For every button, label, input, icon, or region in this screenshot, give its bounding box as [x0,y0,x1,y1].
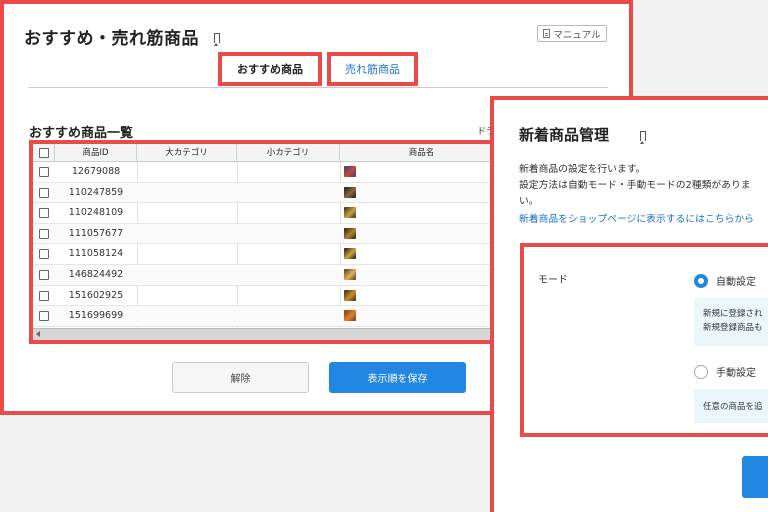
product-thumbnail [344,310,356,322]
save-order-button[interactable]: 表示順を保存 [329,362,466,393]
product-thumbnail [344,269,356,280]
product-thumbnail [344,207,356,219]
product-id: 110248109 [68,207,124,219]
product-thumbnail [344,227,356,239]
column-header-category[interactable]: 大カテゴリ [137,144,237,162]
select-all-cell [33,144,55,162]
bookmark-icon[interactable] [640,131,646,144]
auto-mode-radio[interactable] [694,274,708,288]
table-row[interactable]: 111058124 [33,244,495,265]
product-thumbnail [344,166,356,177]
description: 新着商品の設定を行います。 設定方法は自動モード・手動モードの2種類がありま い… [519,162,768,210]
table-row[interactable]: 146824492 [33,265,495,286]
row-checkbox[interactable] [39,167,49,177]
row-checkbox[interactable] [39,270,49,280]
column-header-subcategory[interactable]: 小カテゴリ [237,144,340,162]
primary-button[interactable] [742,456,768,498]
list-title: おすすめ商品一覧 [29,126,134,141]
info-line: 新規登録商品も [703,323,763,333]
row-checkbox[interactable] [39,187,49,198]
table-header: 商品ID 大カテゴリ 小カテゴリ 商品名 [33,144,495,162]
product-thumbnail [344,248,356,260]
table-row[interactable]: 151699699 [33,306,495,327]
select-all-checkbox[interactable] [38,148,49,158]
product-id: 12679088 [71,166,121,177]
document-icon [543,29,551,38]
product-thumbnail [344,186,356,198]
new-products-panel: 新着商品管理 新着商品の設定を行います。 設定方法は自動モード・手動モードの2種… [490,96,768,512]
column-header-id[interactable]: 商品ID [55,144,137,162]
column-header-name[interactable]: 商品名 [340,144,495,162]
table-row[interactable]: 111057677 [33,223,495,245]
auto-mode-info: 新規に登録され 新規登録商品も [694,298,768,346]
product-id: 111057677 [68,227,124,239]
bookmark-icon[interactable] [214,33,220,46]
row-checkbox[interactable] [39,208,49,219]
info-line: 新規に登録され [703,309,763,319]
tab-best-sellers[interactable]: 売れ筋商品 [327,52,418,86]
manual-mode-label[interactable]: 手動設定 [716,364,756,379]
manual-mode-radio[interactable] [694,365,708,379]
table-row[interactable]: 110247859 [33,182,495,204]
auto-mode-label[interactable]: 自動設定 [716,273,756,288]
scroll-left-icon[interactable] [36,331,40,337]
table-row[interactable]: 110248109 [33,203,495,224]
divider [28,87,608,88]
row-checkbox[interactable] [39,249,49,260]
table-row[interactable]: 12679088 [33,162,495,183]
description-line: 設定方法は自動モード・手動モードの2種類がありま [519,180,751,191]
product-table: 商品ID 大カテゴリ 小カテゴリ 商品名 12679088 110247859 11… [29,140,499,344]
manual-button-label: マニュアル [553,29,601,41]
description-line: 新着商品の設定を行います。 [519,164,646,175]
horizontal-scrollbar[interactable] [33,328,495,340]
manual-mode-info: 任意の商品を追 [694,389,768,423]
product-id: 111058124 [68,248,124,260]
product-id: 146824492 [68,269,124,280]
row-checkbox[interactable] [39,290,49,301]
shop-page-link[interactable]: 新着商品をショップページに表示するにはこちらから [519,211,754,225]
product-thumbnail [344,289,356,301]
manual-button[interactable]: マニュアル [537,25,607,42]
product-id: 110247859 [68,186,124,198]
table-row[interactable]: 151602925 [33,286,495,307]
page-title: おすすめ・売れ筋商品 [24,29,199,49]
row-checkbox[interactable] [39,228,49,239]
product-id: 151699699 [68,310,124,322]
mode-label: モード [538,275,568,286]
new-products-title: 新着商品管理 [519,126,610,144]
tab-recommended[interactable]: おすすめ商品 [218,52,322,86]
product-id: 151602925 [68,289,124,301]
mode-settings-box: モード 自動設定 新規に登録され 新規登録商品も 手動設定 任意の商品を追 [520,243,768,437]
description-line: い。 [519,196,539,207]
row-checkbox[interactable] [39,311,49,322]
release-button[interactable]: 解除 [172,362,309,393]
